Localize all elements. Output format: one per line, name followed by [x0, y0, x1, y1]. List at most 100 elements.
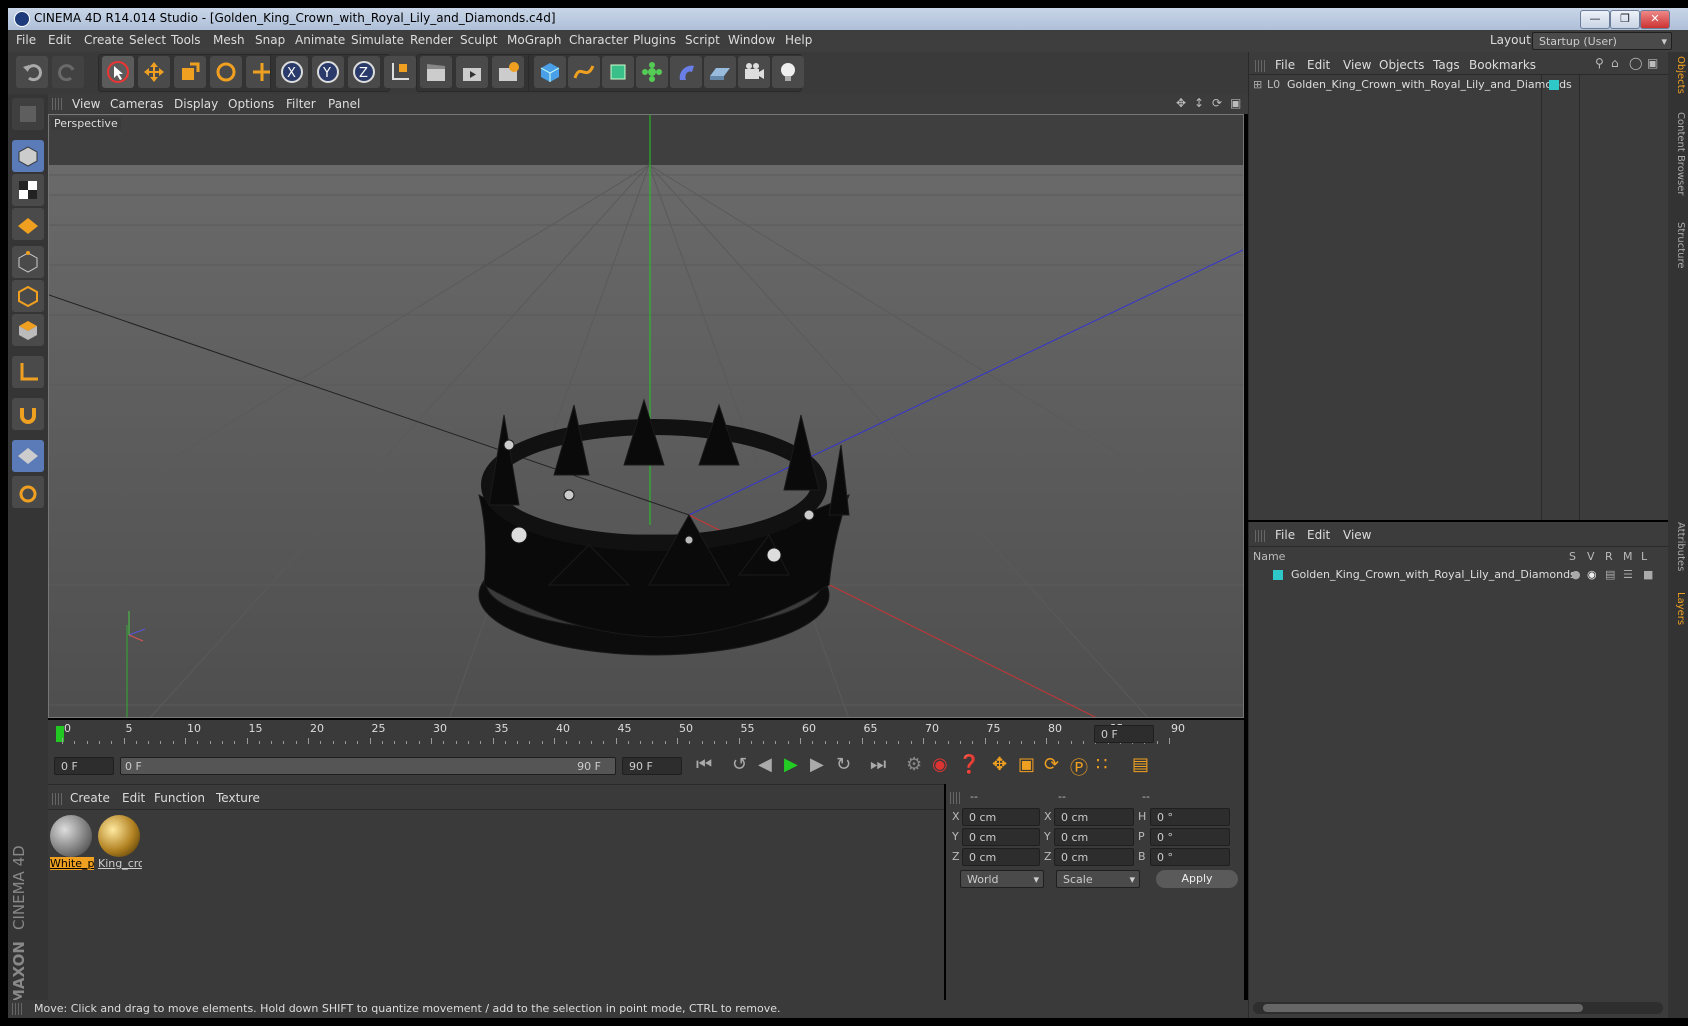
coordinate-space-select[interactable]: World ▾ — [960, 870, 1044, 888]
add-floor-button[interactable] — [704, 56, 736, 88]
render-view-button[interactable] — [420, 56, 452, 88]
layers-menu-view[interactable]: View — [1343, 528, 1371, 542]
menu-edit[interactable]: Edit — [48, 33, 71, 47]
viewport-zoom-icon[interactable]: ↕ — [1194, 96, 1204, 110]
snap-button[interactable] — [12, 398, 44, 430]
up-icon[interactable]: ◯ — [1629, 56, 1642, 70]
column-manager[interactable]: M — [1623, 550, 1633, 563]
rotation-h-field[interactable]: 0 ° — [1150, 808, 1230, 826]
rotate-tool-button[interactable] — [210, 56, 242, 88]
material-swatch-gold[interactable]: King_cro — [98, 815, 142, 871]
z-axis-lock-button[interactable]: Z — [348, 56, 380, 88]
key-rotation-icon[interactable]: ⟳ — [1044, 754, 1059, 775]
menu-create[interactable]: Create — [84, 33, 124, 47]
apply-button[interactable]: Apply — [1156, 870, 1238, 888]
previous-frame-button[interactable]: ◀ — [758, 754, 772, 775]
panel-grip[interactable] — [52, 793, 62, 805]
viewport-menu-view[interactable]: View — [72, 97, 100, 111]
coordinate-mode-select[interactable]: Scale ▾ — [1056, 870, 1140, 888]
solo-toggle-icon[interactable]: ● — [1571, 568, 1581, 581]
start-frame-field[interactable]: 0 F — [54, 757, 114, 775]
workplane-lock-button[interactable] — [12, 440, 44, 472]
menu-snap[interactable]: Snap — [255, 33, 285, 47]
model-mode-button[interactable] — [12, 140, 44, 172]
add-cube-button[interactable] — [534, 56, 566, 88]
objects-menu-tags[interactable]: Tags — [1433, 58, 1460, 72]
frame-range-slider[interactable]: 0 F 90 F — [120, 757, 616, 775]
polygons-mode-button[interactable] — [12, 314, 44, 346]
search-icon[interactable]: ⚲ — [1595, 56, 1604, 70]
object-row[interactable]: ⊞ L0 Golden_King_Crown_with_Royal_Lily_a… — [1253, 78, 1579, 94]
add-array-button[interactable] — [636, 56, 668, 88]
undo-button[interactable] — [16, 56, 48, 88]
rotation-p-field[interactable]: 0 ° — [1150, 828, 1230, 846]
menu-file[interactable]: File — [16, 33, 36, 47]
key-position-icon[interactable]: ✥ — [992, 754, 1007, 775]
add-deformer-button[interactable] — [670, 56, 702, 88]
minimize-button[interactable]: — — [1580, 10, 1610, 29]
keyframe-selection-icon[interactable]: ❓ — [958, 754, 980, 775]
panel-grip[interactable] — [52, 98, 62, 110]
layers-menu-edit[interactable]: Edit — [1307, 528, 1330, 542]
go-to-start-button[interactable]: ⏮ — [696, 754, 712, 775]
next-key-button[interactable]: ↻ — [836, 754, 851, 775]
render-picture-viewer-button[interactable] — [456, 56, 488, 88]
size-y-field[interactable]: 0 cm — [1054, 828, 1134, 846]
column-render[interactable]: R — [1605, 550, 1613, 563]
menu-simulate[interactable]: Simulate — [351, 33, 404, 47]
add-light-button[interactable] — [772, 56, 804, 88]
layers-menu-file[interactable]: File — [1275, 528, 1295, 542]
go-to-end-button[interactable]: ⏭ — [870, 754, 886, 775]
manager-tree-icon[interactable]: ☰ — [1623, 568, 1633, 581]
visibility-eye-icon[interactable]: ◉ — [1587, 568, 1597, 581]
column-locked[interactable]: L — [1641, 550, 1647, 563]
menu-tools[interactable]: Tools — [171, 33, 201, 47]
scrollbar-thumb[interactable] — [1263, 1004, 1583, 1012]
texture-mode-button[interactable] — [12, 174, 44, 206]
objects-menu-objects[interactable]: Objects — [1379, 58, 1424, 72]
make-editable-button[interactable] — [12, 98, 44, 130]
maximize-button[interactable]: ❐ — [1610, 10, 1640, 29]
panel-grip[interactable] — [950, 792, 960, 804]
add-spline-button[interactable] — [568, 56, 600, 88]
material-menu-texture[interactable]: Texture — [216, 791, 260, 805]
viewport-move-icon[interactable]: ✥ — [1176, 96, 1186, 110]
material-menu-create[interactable]: Create — [70, 791, 110, 805]
coordinate-system-button[interactable] — [384, 56, 416, 88]
menu-mesh[interactable]: Mesh — [213, 33, 245, 47]
menu-plugins[interactable]: Plugins — [633, 33, 676, 47]
material-menu-function[interactable]: Function — [154, 791, 205, 805]
live-selection-button[interactable] — [102, 56, 134, 88]
menu-script[interactable]: Script — [685, 33, 720, 47]
objects-menu-bookmarks[interactable]: Bookmarks — [1469, 58, 1536, 72]
tab-objects[interactable]: Objects — [1670, 56, 1686, 94]
auto-keying-icon[interactable]: ◉ — [932, 754, 948, 775]
viewport-rotate-icon[interactable]: ⟳ — [1212, 96, 1222, 110]
panel-grip[interactable] — [1255, 530, 1265, 542]
menu-sculpt[interactable]: Sculpt — [460, 33, 497, 47]
soft-selection-button[interactable] — [12, 476, 44, 508]
column-name[interactable]: Name — [1253, 550, 1285, 563]
viewport-menu-options[interactable]: Options — [228, 97, 274, 111]
size-z-field[interactable]: 0 cm — [1054, 848, 1134, 866]
menu-mograph[interactable]: MoGraph — [507, 33, 562, 47]
key-scale-icon[interactable]: ▣ — [1018, 754, 1035, 775]
tab-attributes[interactable]: Attributes — [1670, 522, 1686, 571]
points-mode-button[interactable] — [12, 246, 44, 278]
objects-menu-view[interactable]: View — [1343, 58, 1371, 72]
scale-tool-button[interactable] — [174, 56, 206, 88]
y-axis-lock-button[interactable]: Y — [312, 56, 344, 88]
redo-button[interactable] — [52, 56, 84, 88]
layout-select[interactable]: Startup (User) ▾ — [1532, 32, 1672, 50]
render-clapper-icon[interactable]: ▤ — [1605, 568, 1615, 581]
lock-icon[interactable]: ■ — [1643, 568, 1653, 581]
column-solo[interactable]: S — [1569, 550, 1576, 563]
position-z-field[interactable]: 0 cm — [962, 848, 1040, 866]
objects-menu-edit[interactable]: Edit — [1307, 58, 1330, 72]
panel-grip[interactable] — [1255, 60, 1265, 72]
axis-mode-button[interactable] — [12, 356, 44, 388]
rotation-b-field[interactable]: 0 ° — [1150, 848, 1230, 866]
viewport-menu-filter[interactable]: Filter — [286, 97, 316, 111]
layer-row[interactable]: Golden_King_Crown_with_Royal_Lily_and_Di… — [1253, 568, 1663, 584]
expand-icon[interactable]: ⊞ — [1253, 78, 1262, 91]
